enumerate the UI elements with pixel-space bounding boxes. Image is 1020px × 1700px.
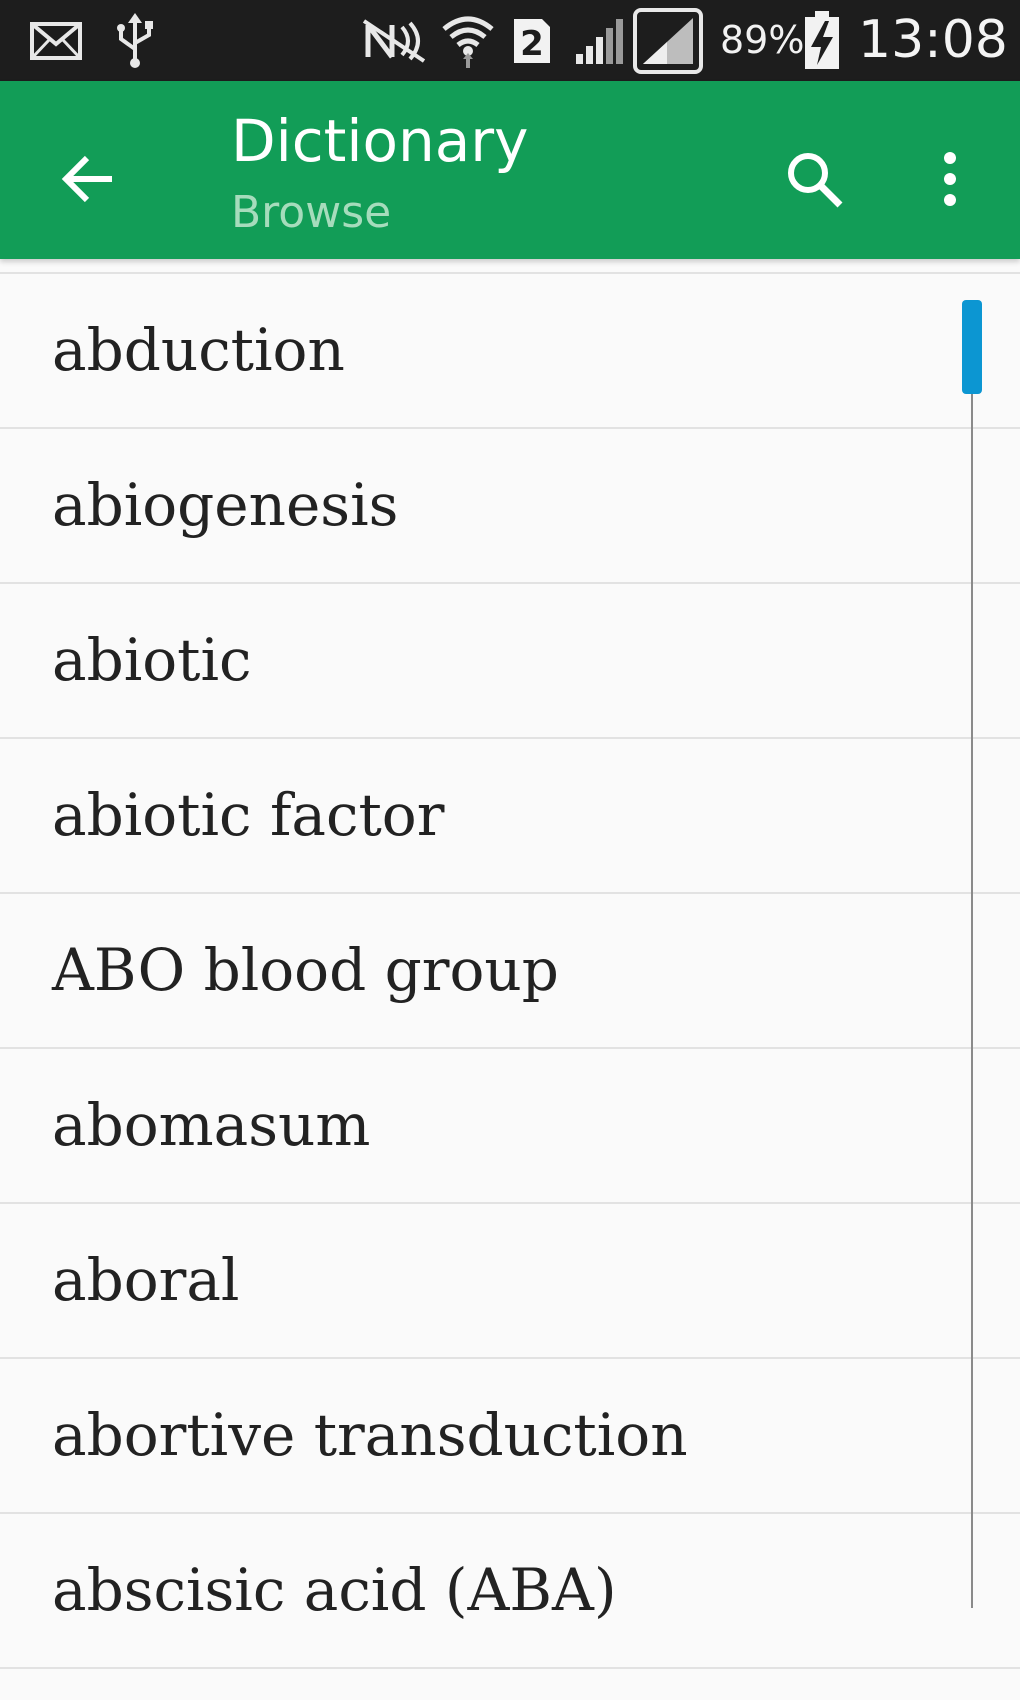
- overflow-menu-button[interactable]: [902, 131, 998, 227]
- list-item-label: abortive transduction: [52, 1401, 688, 1469]
- status-bar: 2 89% 13:08: [0, 0, 1020, 81]
- list-item-label: abiotic factor: [52, 781, 445, 849]
- list-item[interactable]: aboral: [0, 1204, 1020, 1359]
- list-item[interactable]: abiotic: [0, 584, 1020, 739]
- wifi-icon: [440, 0, 496, 81]
- list-item-label: ABO blood group: [52, 936, 559, 1004]
- list-item[interactable]: abiogenesis: [0, 429, 1020, 584]
- search-icon: [788, 153, 843, 208]
- app-bar: Dictionary Browse: [0, 81, 1020, 259]
- page-subtitle: Browse: [231, 187, 392, 238]
- signal-full-icon: [632, 0, 704, 81]
- list-item-label: abiogenesis: [52, 471, 399, 539]
- word-list: abduction abiogenesis abiotic abiotic fa…: [0, 272, 1020, 1669]
- sim-2-icon: 2: [510, 0, 554, 81]
- list-item-label: abduction: [52, 316, 345, 384]
- list-item-label: aboral: [52, 1246, 240, 1314]
- list-item[interactable]: abomasum: [0, 1049, 1020, 1204]
- list-item[interactable]: abiotic factor: [0, 739, 1020, 894]
- list-item-label: abomasum: [52, 1091, 371, 1159]
- usb-icon: [112, 0, 158, 81]
- scrollbar-thumb[interactable]: [962, 300, 982, 394]
- mail-icon: [26, 0, 86, 81]
- list-item[interactable]: abortive transduction: [0, 1359, 1020, 1514]
- signal-icon: [570, 0, 628, 81]
- back-button[interactable]: [40, 131, 136, 227]
- list-item[interactable]: abscisic acid (ABA): [0, 1514, 1020, 1669]
- battery-charging-icon: [800, 0, 844, 81]
- svg-text:2: 2: [520, 24, 544, 64]
- nfc-off-icon: [360, 0, 430, 81]
- search-button[interactable]: [766, 131, 862, 227]
- more-vert-icon: [944, 152, 956, 206]
- battery-percent: 89%: [720, 18, 805, 62]
- scrollbar-track[interactable]: [971, 300, 973, 1608]
- list-item[interactable]: abduction: [0, 274, 1020, 429]
- page-title: Dictionary: [231, 107, 529, 175]
- list-item[interactable]: ABO blood group: [0, 894, 1020, 1049]
- list-item-label: abscisic acid (ABA): [52, 1556, 617, 1624]
- list-item-label: abiotic: [52, 626, 252, 694]
- arrow-left-icon: [61, 155, 112, 203]
- status-time: 13:08: [858, 10, 1008, 70]
